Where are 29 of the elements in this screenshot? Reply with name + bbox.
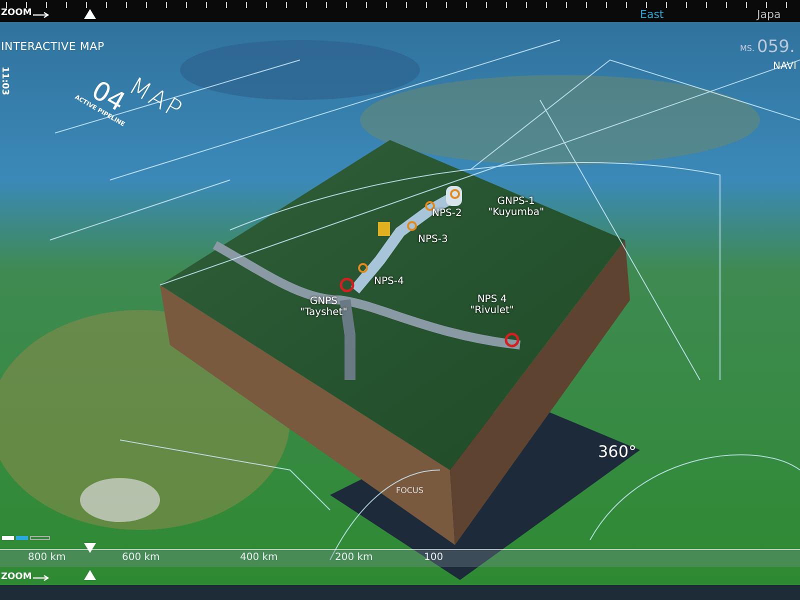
triangle-marker-icon [84,9,96,19]
legend-swatch [30,536,50,540]
station-label: GNPS-1 "Kuyumba" [488,196,544,218]
time-readout: 11:03 [0,66,10,96]
legend-swatch [2,536,14,540]
legend-swatch [16,536,28,540]
ms-label: MS. [740,44,755,53]
map-title: INTERACTIVE MAP [1,40,104,53]
triangle-marker-icon [84,543,96,553]
station-label: NPS 4 "Rivulet" [470,294,514,316]
triangle-marker-icon [84,570,96,580]
scale-label: 200 km [335,552,373,563]
zoom-label: ZOOM [1,572,32,582]
map-badge-title: MAP [124,72,188,125]
scale-label: 100 [424,552,444,563]
station-label: NPS-2 [432,208,462,219]
station-label: NPS-3 [418,234,448,245]
arrow-right-icon [33,12,49,18]
arrow-right-icon [33,575,49,581]
region-label: East [640,8,664,21]
scale-label: 600 km [122,552,160,563]
region-label: Japa [757,8,781,21]
station-label: NPS-4 [374,276,404,287]
ms-readout: 059. [757,37,795,57]
scale-label: 400 km [240,552,278,563]
zoom-label: ZOOM [1,8,32,18]
focus-label: FOCUS [396,486,424,495]
rotation-readout: 360° [598,442,637,461]
scale-label: 800 km [28,552,66,563]
